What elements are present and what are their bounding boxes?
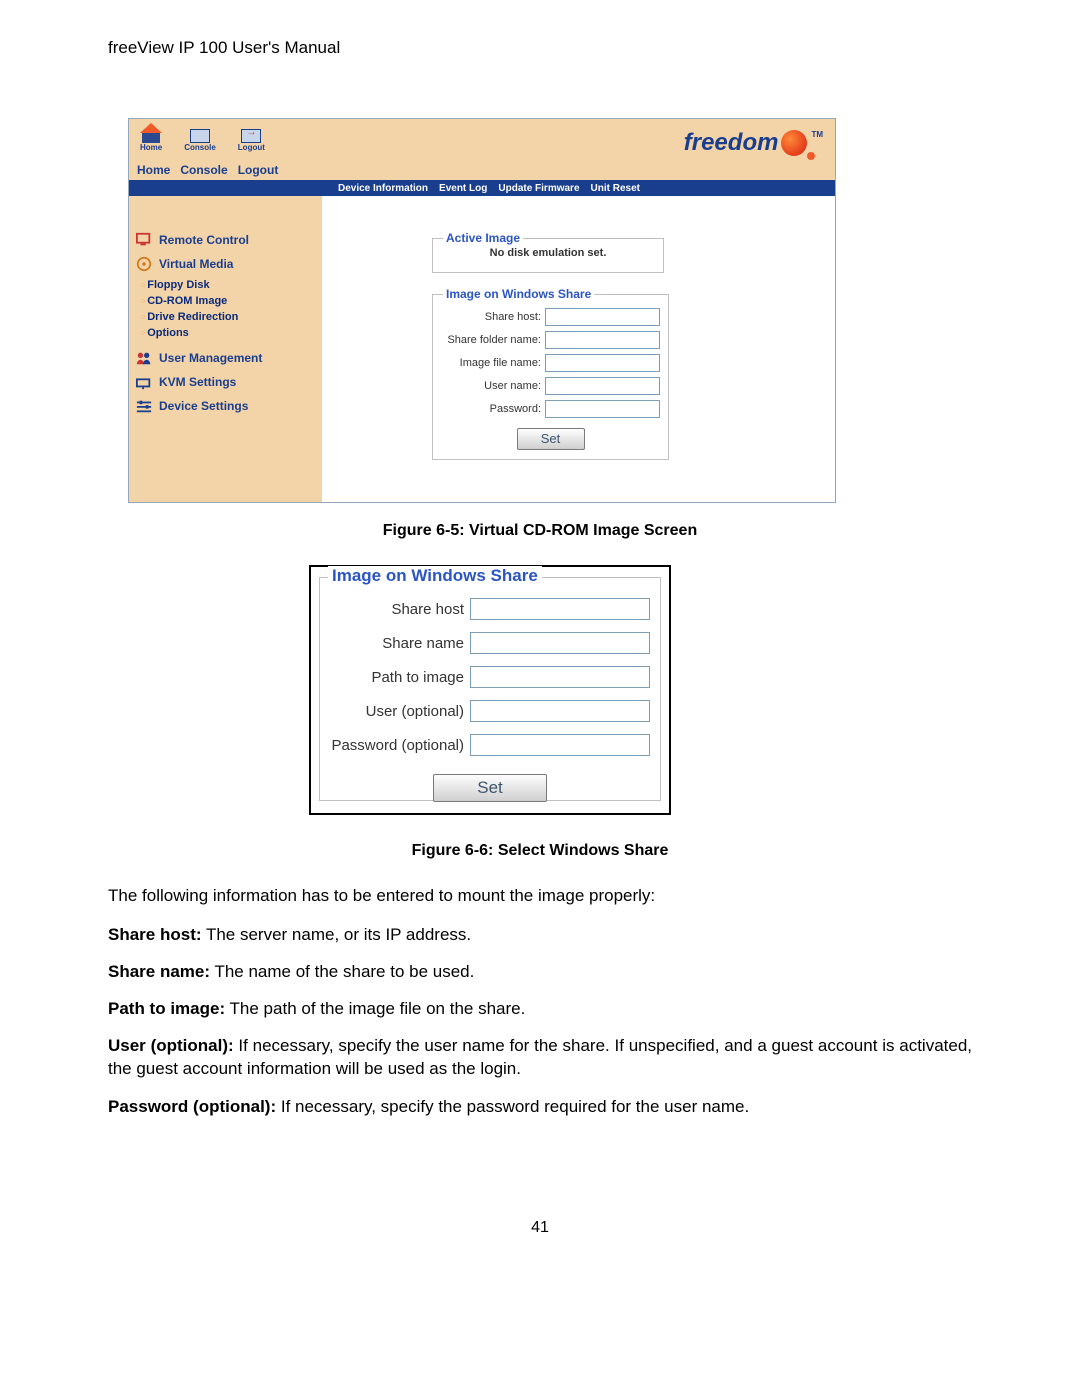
- sidebar-item-label: Remote Control: [159, 233, 249, 247]
- paragraph-share-host: Share host: The server name, or its IP a…: [108, 924, 972, 947]
- paragraph-user-optional: User (optional): If necessary, specify t…: [108, 1035, 972, 1081]
- main-area: Remote Control Virtual Media Floppy Disk…: [129, 196, 835, 502]
- app-toolbar: Home Console Logout Home Console Logout …: [129, 119, 835, 180]
- text-share-name: The name of the share to be used.: [210, 962, 474, 981]
- input-user-optional[interactable]: [470, 700, 650, 722]
- toolbar-icons: Home Console Logout: [140, 125, 265, 152]
- tab-device-information[interactable]: Device Information: [338, 183, 428, 194]
- text-share-host: The server name, or its IP address.: [202, 925, 472, 944]
- input-image-file-name[interactable]: [545, 354, 660, 372]
- kvm-icon: [135, 374, 153, 390]
- content-panel: Active Image No disk emulation set. Imag…: [322, 196, 835, 502]
- input-password-optional[interactable]: [470, 734, 650, 756]
- sidebar-item-user-management[interactable]: User Management: [135, 350, 318, 366]
- figure-6-5-screenshot: Home Console Logout Home Console Logout …: [128, 118, 836, 503]
- blue-tab-bar: Device Information Event Log Update Firm…: [129, 180, 835, 196]
- toolbar-text-row: Home Console Logout: [137, 163, 278, 177]
- users-icon: [135, 350, 153, 366]
- input-user-name[interactable]: [545, 377, 660, 395]
- fieldset-active-image: Active Image No disk emulation set.: [432, 238, 664, 273]
- legend-windows-share-large: Image on Windows Share: [328, 566, 542, 586]
- brand-ball-icon: [781, 130, 807, 156]
- paragraph-share-name: Share name: The name of the share to be …: [108, 961, 972, 984]
- legend-active-image: Active Image: [443, 231, 523, 245]
- console-icon[interactable]: Console: [184, 129, 216, 152]
- input-password[interactable]: [545, 400, 660, 418]
- sidebar-item-kvm-settings[interactable]: KVM Settings: [135, 374, 318, 390]
- sidebar-item-label: KVM Settings: [159, 375, 236, 389]
- sidebar-item-label: User Management: [159, 351, 262, 365]
- sliders-icon: [135, 398, 153, 414]
- label-password: Password:: [490, 403, 541, 415]
- text-user-optional: If necessary, specify the user name for …: [108, 1036, 972, 1078]
- text-path-to-image: The path of the image file on the share.: [225, 999, 525, 1018]
- input-share-host[interactable]: [545, 308, 660, 326]
- input-share-name[interactable]: [470, 632, 650, 654]
- console-icon-label: Console: [184, 143, 216, 152]
- bold-share-host: Share host:: [108, 925, 202, 944]
- label-user-name: User name:: [484, 380, 541, 392]
- caption-fig-6-5: Figure 6-5: Virtual CD-ROM Image Screen: [0, 522, 1080, 540]
- toolbar-text-home: Home: [137, 163, 170, 177]
- sidebar-item-device-settings[interactable]: Device Settings: [135, 398, 318, 414]
- set-button[interactable]: Set: [433, 774, 547, 802]
- sidebar: Remote Control Virtual Media Floppy Disk…: [129, 196, 322, 502]
- sidebar-sub-drive-redirection[interactable]: Drive Redirection: [141, 310, 318, 326]
- label-user-optional: User (optional): [366, 703, 464, 720]
- caption-fig-6-6: Figure 6-6: Select Windows Share: [0, 842, 1080, 860]
- bold-password-optional: Password (optional):: [108, 1097, 276, 1116]
- set-button[interactable]: Set: [517, 428, 585, 450]
- paragraph-password-optional: Password (optional): If necessary, speci…: [108, 1096, 972, 1119]
- sidebar-sub-options[interactable]: Options: [141, 326, 318, 342]
- sidebar-sub-cdrom-image[interactable]: CD-ROM Image: [141, 294, 318, 310]
- label-share-folder-name: Share folder name:: [447, 334, 541, 346]
- label-path-to-image: Path to image: [371, 669, 464, 686]
- home-icon[interactable]: Home: [140, 125, 162, 152]
- monitor-icon: [135, 232, 153, 248]
- disc-icon: [135, 256, 153, 272]
- label-share-name: Share name: [382, 635, 464, 652]
- text-password-optional: If necessary, specify the password requi…: [276, 1097, 749, 1116]
- brand-logo: freedom TM: [684, 129, 823, 157]
- brand-text: freedom: [684, 129, 779, 157]
- bold-share-name: Share name:: [108, 962, 210, 981]
- tab-unit-reset[interactable]: Unit Reset: [591, 183, 640, 194]
- paragraph-path-to-image: Path to image: The path of the image fil…: [108, 998, 972, 1021]
- sidebar-item-label: Device Settings: [159, 399, 248, 413]
- logout-icon-label: Logout: [238, 143, 265, 152]
- figure-6-6-screenshot: Image on Windows Share Share host Share …: [309, 565, 671, 815]
- page-number: 41: [0, 1219, 1080, 1237]
- input-share-host[interactable]: [470, 598, 650, 620]
- sidebar-sub-floppy-disk[interactable]: Floppy Disk: [141, 278, 318, 294]
- brand-tm: TM: [811, 130, 823, 139]
- home-icon-label: Home: [140, 143, 162, 152]
- logout-icon[interactable]: Logout: [238, 129, 265, 152]
- tab-event-log[interactable]: Event Log: [439, 183, 487, 194]
- sidebar-item-virtual-media[interactable]: Virtual Media: [135, 256, 318, 272]
- fieldset-windows-share-large: Image on Windows Share Share host Share …: [319, 577, 661, 801]
- bold-path-to-image: Path to image:: [108, 999, 225, 1018]
- label-password-optional: Password (optional): [331, 737, 464, 754]
- toolbar-text-logout: Logout: [238, 163, 279, 177]
- sidebar-item-label: Virtual Media: [159, 257, 233, 271]
- bold-user-optional: User (optional):: [108, 1036, 234, 1055]
- toolbar-text-console: Console: [180, 163, 227, 177]
- tab-update-firmware[interactable]: Update Firmware: [498, 183, 579, 194]
- fieldset-windows-share-small: Image on Windows Share Share host: Share…: [432, 294, 669, 460]
- doc-header: freeView IP 100 User's Manual: [108, 38, 340, 58]
- label-share-host: Share host:: [485, 311, 541, 323]
- paragraph-intro: The following information has to be ente…: [108, 885, 972, 908]
- label-image-file-name: Image file name:: [460, 357, 541, 369]
- legend-windows-share-small: Image on Windows Share: [443, 287, 594, 301]
- sidebar-item-remote-control[interactable]: Remote Control: [135, 232, 318, 248]
- input-path-to-image[interactable]: [470, 666, 650, 688]
- input-share-folder-name[interactable]: [545, 331, 660, 349]
- label-share-host: Share host: [391, 601, 464, 618]
